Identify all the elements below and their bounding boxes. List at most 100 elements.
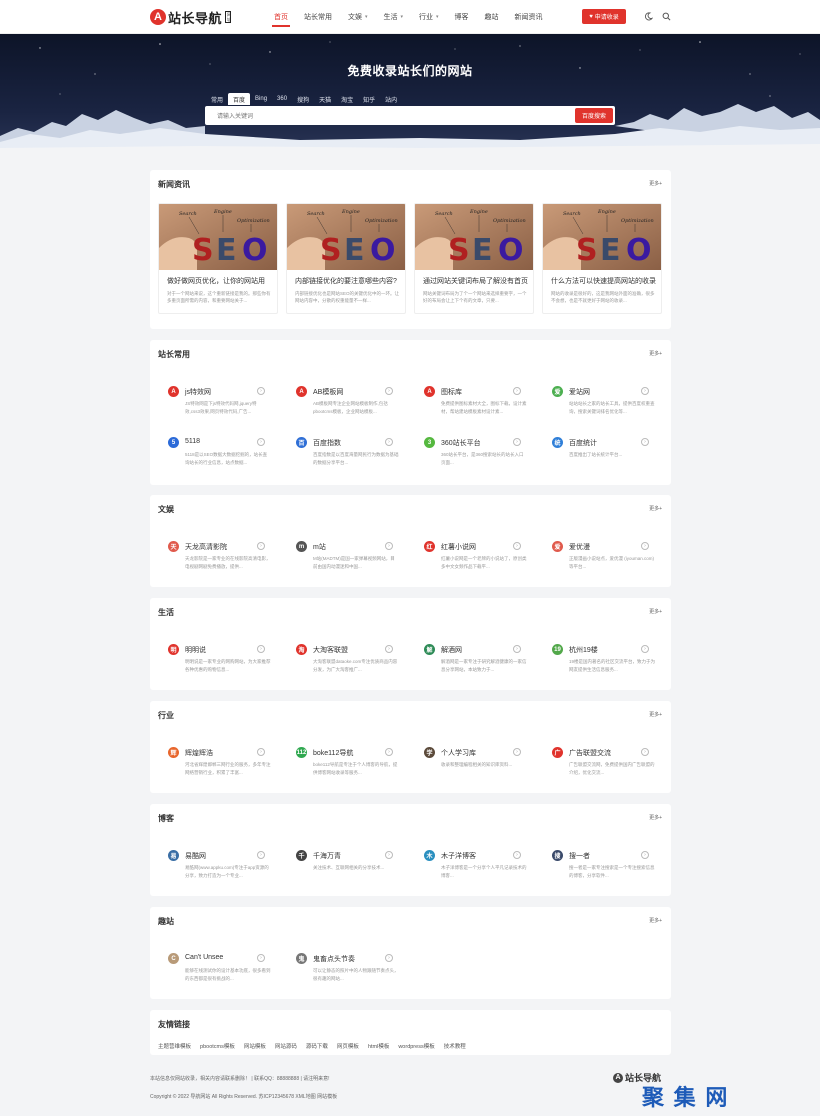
more-link[interactable]: 更多+	[649, 505, 662, 512]
site-name[interactable]: 广告联盟交流	[569, 748, 611, 758]
site-card[interactable]: 学个人学习库 › 收录和整理编程相关的知识库资料...	[424, 746, 534, 788]
more-link[interactable]: 更多+	[649, 917, 662, 924]
site-name[interactable]: 百度指数	[313, 438, 341, 448]
engine-tab[interactable]: 百度	[228, 93, 251, 105]
more-link[interactable]: 更多+	[649, 350, 662, 357]
arrow-right-icon[interactable]: ›	[513, 851, 521, 859]
site-name[interactable]: AB模板网	[313, 387, 343, 397]
site-card[interactable]: 木木子洋博客 › 木子洋博客是一个分享个人平凡记录技术的博客...	[424, 849, 534, 891]
site-name[interactable]: 红薯小说网	[441, 542, 476, 552]
arrow-right-icon[interactable]: ›	[385, 954, 393, 962]
site-name[interactable]: 搜一者	[569, 851, 590, 861]
news-card[interactable]: S E O Search Engine Optimization 内部链接优化的要注意哪些内…	[286, 203, 406, 314]
arrow-right-icon[interactable]: ›	[513, 387, 521, 395]
search-button[interactable]: 百度搜索	[575, 108, 613, 123]
nav-item[interactable]: 行业 ▾	[411, 0, 447, 34]
friend-link[interactable]: 主题营维模板	[158, 1042, 191, 1050]
arrow-right-icon[interactable]: ›	[385, 387, 393, 395]
arrow-right-icon[interactable]: ›	[385, 438, 393, 446]
news-title[interactable]: 通过网站关键词布局了解没有首页	[423, 276, 529, 286]
site-name[interactable]: 易酷网	[185, 851, 206, 861]
nav-item[interactable]: 趣站	[477, 0, 507, 34]
site-card[interactable]: Ajs特效网 › JS特效网是下js特效代码网,jquery特效,css3效果,网页…	[168, 385, 278, 427]
arrow-right-icon[interactable]: ›	[641, 851, 649, 859]
site-card[interactable]: 112 boke112导航 › boke112导航是专注于个人博客的导航，提供博客网站…	[296, 746, 406, 788]
friend-link[interactable]: 技术教程	[444, 1042, 466, 1050]
arrow-right-icon[interactable]: ›	[513, 438, 521, 446]
friend-link[interactable]: 网站源码	[275, 1042, 297, 1050]
site-card[interactable]: 19 杭州19楼 › 19楼是国内著名的社区交流平台，致力于为网友提供生活信息服务..…	[552, 643, 662, 685]
arrow-right-icon[interactable]: ›	[385, 645, 393, 653]
arrow-right-icon[interactable]: ›	[641, 645, 649, 653]
site-card[interactable]: 辉辉煌辉浩 › 河北省辉煌邯郸三网行业的服务，多年专注网络营销行业，积累了丰富...	[168, 746, 278, 788]
site-card[interactable]: 3 360站长平台 › 360站长平台，是360搜索站长的站长入口页面...	[424, 436, 534, 478]
friend-link[interactable]: pbootcms模板	[200, 1042, 235, 1050]
arrow-right-icon[interactable]: ›	[641, 387, 649, 395]
site-name[interactable]: m站	[313, 542, 326, 552]
arrow-right-icon[interactable]: ›	[641, 438, 649, 446]
arrow-right-icon[interactable]: ›	[513, 645, 521, 653]
nav-item[interactable]: 站长常用	[296, 0, 340, 34]
site-name[interactable]: 爱站网	[569, 387, 590, 397]
search-input[interactable]: 请输入关键词	[217, 106, 253, 125]
site-name[interactable]: 辉煌辉浩	[185, 748, 213, 758]
engine-tab[interactable]: 淘宝	[336, 93, 358, 105]
site-name[interactable]: 5118	[185, 438, 200, 445]
site-logo[interactable]: A 站长导航 网址	[150, 8, 232, 26]
engine-tab[interactable]: 常用	[206, 93, 228, 105]
site-card[interactable]: 搜搜一者 › 搜一者是一家专注搜索是一个专注搜索信息的博客，分享软件...	[552, 849, 662, 891]
more-link[interactable]: 更多+	[649, 711, 662, 718]
site-card[interactable]: 百百度指数 › 百度指数是以百度海量网民行为数据为基础的数据分享平台...	[296, 436, 406, 478]
site-card[interactable]: 易易酷网 › 易酷网(www.appku.com)专注于app资源的分享，致力打造为…	[168, 849, 278, 891]
nav-item[interactable]: 新闻资讯	[507, 0, 551, 34]
arrow-right-icon[interactable]: ›	[257, 542, 265, 550]
site-name[interactable]: 木子洋博客	[441, 851, 476, 861]
site-name[interactable]: 图标库	[441, 387, 462, 397]
site-card[interactable]: 鬼鬼畜点头节奏 › 可以让静态的照片中的人物跟随节奏点头，很有趣的网站...	[296, 952, 406, 994]
site-name[interactable]: 百度统计	[569, 438, 597, 448]
arrow-right-icon[interactable]: ›	[257, 748, 265, 756]
site-card[interactable]: 红红薯小说网 › 红薯小说网是一个老牌的小说站了，原创类多中文女频作品下载平...	[424, 540, 534, 582]
site-card[interactable]: 广广告联盟交流 › 广告联盟交流网，免费提供国内广告联盟的介绍，优化交流...	[552, 746, 662, 788]
site-name[interactable]: 360站长平台	[441, 438, 481, 448]
arrow-right-icon[interactable]: ›	[257, 387, 265, 395]
more-link[interactable]: 更多+	[649, 180, 662, 187]
news-card[interactable]: S E O Search Engine Optimization 做好做网页优化，让你的网站…	[158, 203, 278, 314]
arrow-right-icon[interactable]: ›	[385, 851, 393, 859]
site-name[interactable]: 鬼畜点头节奏	[313, 954, 355, 964]
more-link[interactable]: 更多+	[649, 608, 662, 615]
friend-link[interactable]: 网站模板	[244, 1042, 266, 1050]
site-card[interactable]: 5 5118 › 5118是以SEO数据大数据挖掘的，站长查询站长的行业信息，站点数据…	[168, 436, 278, 478]
news-title[interactable]: 什么方法可以快速提高网站的收录	[551, 276, 657, 286]
site-name[interactable]: 爱优漫	[569, 542, 590, 552]
site-card[interactable]: 解解酒网 › 解酒网是一家专注于研究解酒健康的一家信息分享网站，本站致力于...	[424, 643, 534, 685]
site-card[interactable]: m m站 › M站(MADTM)是国一家弹幕视频网站，目前由国内动漫迷和中国...	[296, 540, 406, 582]
site-name[interactable]: 大淘客联盟	[313, 645, 348, 655]
site-card[interactable]: 爱爱站网 › 站站站长之家的站长工具，提供百度权重查询，搜索关键词排名优化等...	[552, 385, 662, 427]
site-name[interactable]: Can't Unsee	[185, 954, 223, 961]
news-card[interactable]: S E O Search Engine Optimization 什么方法可以快速提高网站的…	[542, 203, 662, 314]
site-card[interactable]: 千千海万青 › 关注技术、互联网相关的分享技术...	[296, 849, 406, 891]
site-name[interactable]: 明明说	[185, 645, 206, 655]
site-name[interactable]: 天龙高清影院	[185, 542, 227, 552]
arrow-right-icon[interactable]: ›	[385, 748, 393, 756]
site-card[interactable]: 天天龙高清影院 › 天龙影院是一家专业的在线影院高清电影，电视剧网剧免费播放，提供.…	[168, 540, 278, 582]
nav-item[interactable]: 文娱 ▾	[340, 0, 376, 34]
search-icon[interactable]	[661, 11, 671, 21]
site-name[interactable]: 杭州19楼	[569, 645, 598, 655]
arrow-right-icon[interactable]: ›	[641, 542, 649, 550]
site-name[interactable]: 解酒网	[441, 645, 462, 655]
arrow-right-icon[interactable]: ›	[257, 645, 265, 653]
site-card[interactable]: C Can't Unsee › 能够在线测试你的设计基本功底，很多看到的东西都是很有挑…	[168, 952, 278, 994]
moon-icon[interactable]	[643, 11, 653, 21]
more-link[interactable]: 更多+	[649, 814, 662, 821]
engine-tab[interactable]: 知乎	[358, 93, 380, 105]
nav-item[interactable]: 生活 ▾	[376, 0, 412, 34]
engine-tab[interactable]: 搜狗	[292, 93, 314, 105]
site-card[interactable]: 爱爱优漫 › 正版漫画小说站点，爱优漫 (iyouman.com) 等平台...	[552, 540, 662, 582]
site-card[interactable]: 淘大淘客联盟 › 大淘客联盟dataoke.com专注优质商品内容分发，为广大淘客推…	[296, 643, 406, 685]
friend-link[interactable]: 网页模板	[337, 1042, 359, 1050]
site-card[interactable]: A 图标库 › 免费提供图标素材大全，图标下载，设计素材，帮站建站模板素材设计素...	[424, 385, 534, 427]
arrow-right-icon[interactable]: ›	[257, 954, 265, 962]
site-card[interactable]: 统百度统计 › 百度推出了站长统计平台...	[552, 436, 662, 478]
